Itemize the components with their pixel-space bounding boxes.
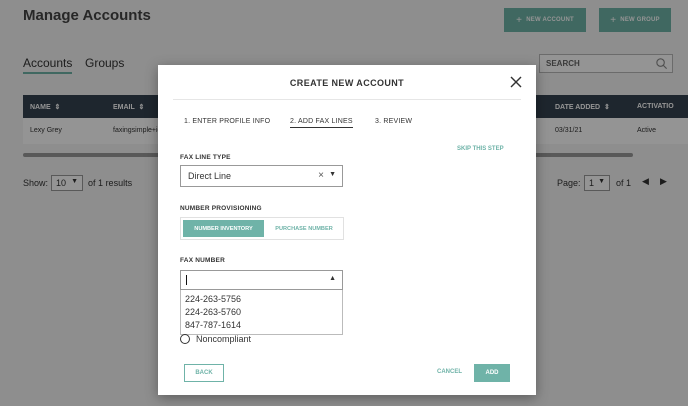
close-icon[interactable] [509,75,523,89]
step-review[interactable]: 3. REVIEW [375,118,412,125]
step-enter-profile-info[interactable]: 1. ENTER PROFILE INFO [184,118,270,125]
number-provisioning-label: NUMBER PROVISIONING [180,205,262,212]
noncompliant-label: Noncompliant [196,334,252,344]
fax-line-type-value: Direct Line [188,171,232,181]
cancel-button[interactable]: CANCEL [437,369,462,375]
radio-button[interactable] [180,334,190,344]
fax-line-type-select[interactable]: Direct Line × ▼ [180,165,343,187]
divider [173,99,521,100]
skip-step-link[interactable]: SKIP THIS STEP [457,146,504,152]
number-inventory-option[interactable]: NUMBER INVENTORY [183,220,264,237]
fax-line-type-label: FAX LINE TYPE [180,154,231,161]
create-account-modal: CREATE NEW ACCOUNT 1. ENTER PROFILE INFO… [158,65,536,395]
caret-down-icon[interactable]: ▼ [329,171,336,178]
fax-number-dropdown: 224-263-5756 224-263-5760 847-787-1614 [180,290,343,335]
clear-icon[interactable]: × [318,170,324,181]
noncompliant-radio[interactable]: Noncompliant [180,334,251,344]
text-cursor [186,275,187,285]
modal-title: CREATE NEW ACCOUNT [289,78,405,88]
fax-number-input[interactable]: ▲ [180,270,343,290]
caret-up-icon[interactable]: ▲ [329,275,336,282]
step-add-fax-lines[interactable]: 2. ADD FAX LINES [290,118,353,128]
dropdown-option[interactable]: 224-263-5756 [181,293,342,306]
back-button[interactable]: BACK [184,364,224,382]
dropdown-option[interactable]: 224-263-5760 [181,306,342,319]
dropdown-option[interactable]: 847-787-1614 [181,319,342,332]
number-provisioning-toggle: NUMBER INVENTORY PURCHASE NUMBER [180,217,344,240]
purchase-number-option[interactable]: PURCHASE NUMBER [264,220,344,237]
fax-number-label: FAX NUMBER [180,257,225,264]
add-button[interactable]: ADD [474,364,510,382]
